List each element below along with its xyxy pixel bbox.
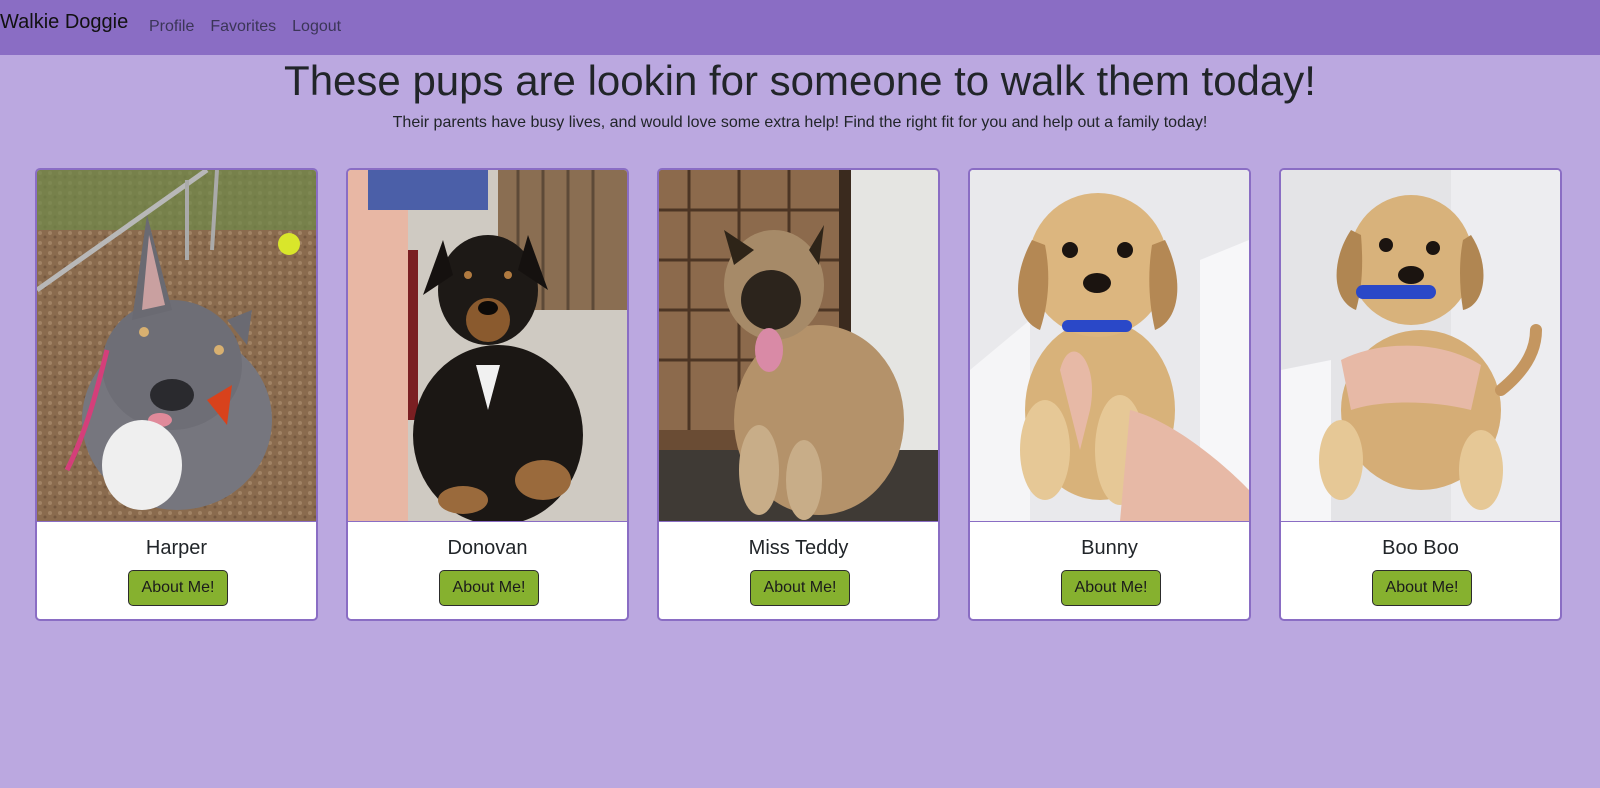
about-me-button[interactable]: About Me!	[128, 570, 228, 606]
nav-links: Profile Favorites Logout	[149, 17, 341, 37]
navbar: Walkie Doggie Profile Favorites Logout	[0, 0, 1600, 55]
page-title: These pups are lookin for someone to wal…	[284, 57, 1316, 104]
yellow-puppy-photo-icon	[1281, 170, 1560, 521]
about-me-button[interactable]: About Me!	[439, 570, 539, 606]
dog-card: Harper About Me!	[35, 168, 318, 621]
about-me-button[interactable]: About Me!	[750, 570, 850, 606]
dog-photo	[37, 170, 316, 522]
gray-pitbull-photo-icon	[37, 170, 316, 521]
dog-card-list: Harper About Me! Donovan About Me! Miss …	[0, 168, 1600, 624]
dog-name: Bunny	[1081, 537, 1138, 559]
dog-name: Miss Teddy	[748, 537, 849, 559]
dog-name: Boo Boo	[1382, 537, 1459, 559]
fluffy-tan-dog-photo-icon	[659, 170, 938, 521]
yellow-puppy-photo-icon	[970, 170, 1249, 521]
dog-card: Miss Teddy About Me!	[657, 168, 940, 621]
page-subtitle: Their parents have busy lives, and would…	[392, 114, 1208, 131]
black-tan-dog-photo-icon	[348, 170, 627, 521]
dog-name: Donovan	[447, 537, 528, 559]
nav-profile-link[interactable]: Profile	[149, 17, 194, 37]
dog-card: Donovan About Me!	[346, 168, 629, 621]
nav-favorites-link[interactable]: Favorites	[210, 17, 276, 37]
brand-link[interactable]: Walkie Doggie	[0, 10, 128, 34]
dog-photo	[348, 170, 627, 522]
dog-photo	[659, 170, 938, 522]
about-me-button[interactable]: About Me!	[1061, 570, 1161, 606]
dog-photo	[1281, 170, 1560, 522]
dog-card: Bunny About Me!	[968, 168, 1251, 621]
dog-name: Harper	[145, 537, 208, 559]
about-me-button[interactable]: About Me!	[1372, 570, 1472, 606]
nav-logout-link[interactable]: Logout	[292, 17, 341, 37]
dog-photo	[970, 170, 1249, 522]
dog-card: Boo Boo About Me!	[1279, 168, 1562, 621]
